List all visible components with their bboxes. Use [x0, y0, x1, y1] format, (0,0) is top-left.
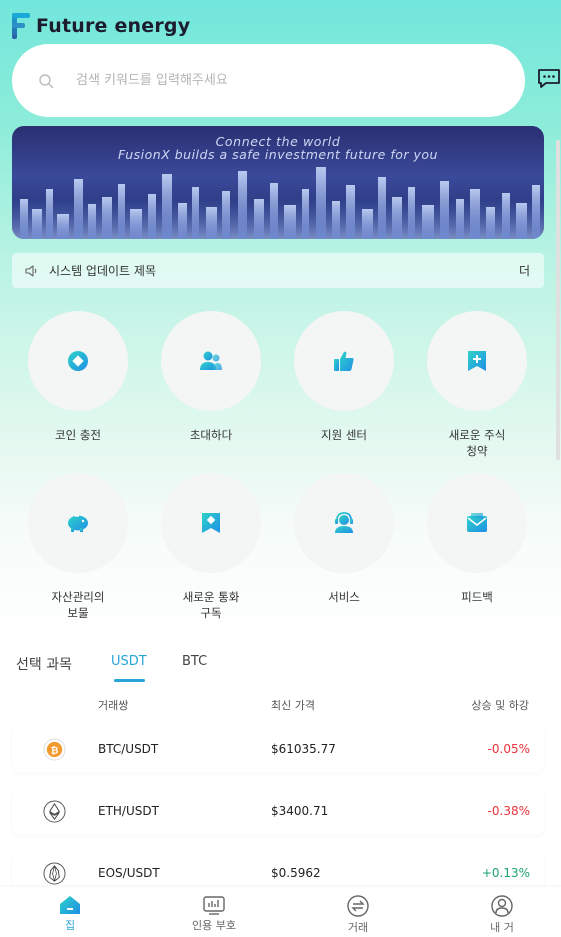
bottom-navigation: 집 인용 부호 거래 내 거 [0, 887, 561, 937]
ethereum-icon [43, 800, 66, 823]
menu-label: 코인 충전 [55, 428, 101, 442]
nav-label: 내 거 [490, 921, 514, 934]
latest-price: $0.5962 [271, 866, 321, 880]
market-row-btc[interactable]: ₿ BTC/USDT $61035.77 -0.05% [12, 726, 544, 773]
menu-coin-deposit[interactable]: 코인 충전 [18, 311, 138, 443]
menu-feedback[interactable]: 피드백 [417, 473, 537, 605]
nav-label: 집 [64, 919, 76, 932]
nav-home[interactable]: 집 [30, 895, 110, 933]
coin-deposit-icon [68, 351, 88, 371]
tab-usdt[interactable]: USDT [111, 654, 147, 669]
search-icon [39, 73, 54, 88]
invite-users-icon [200, 351, 222, 370]
nav-mine[interactable]: 내 거 [462, 895, 542, 935]
promo-banner[interactable]: Connect the world FusionX builds a safe … [12, 126, 544, 239]
user-icon [491, 895, 513, 917]
app-logo [12, 13, 30, 39]
message-icon[interactable] [537, 68, 561, 90]
market-row-eth[interactable]: ETH/USDT $3400.71 -0.38% [12, 788, 544, 835]
active-tab-indicator [114, 679, 145, 682]
menu-asset-treasure[interactable]: 자산관리의 보물 [18, 473, 138, 621]
bookmark-diamond-icon [202, 513, 220, 533]
notice-more-link[interactable]: 더 [519, 262, 530, 279]
column-header-change: 상승 및 하강 [471, 699, 529, 712]
menu-label: 피드백 [461, 590, 493, 604]
eos-icon [43, 862, 66, 885]
exchange-icon [347, 895, 369, 917]
svg-text:₿: ₿ [51, 745, 59, 756]
menu-support-center[interactable]: 지원 센터 [284, 311, 404, 443]
menu-label: 지원 센터 [321, 428, 367, 442]
latest-price: $3400.71 [271, 804, 329, 818]
app-header: Future energy [12, 12, 190, 40]
price-change: +0.13% [481, 866, 530, 880]
menu-invite[interactable]: 초대하다 [151, 311, 271, 443]
nav-trade[interactable]: 거래 [318, 895, 398, 935]
bookmark-plus-icon [468, 351, 486, 371]
pair-name: ETH/USDT [98, 804, 159, 818]
mail-feedback-icon [467, 513, 487, 532]
menu-label: 새로운 주식 청약 [448, 428, 506, 458]
menu-label: 자산관리의 보물 [51, 590, 105, 620]
price-change: -0.05% [487, 742, 530, 756]
thumbs-up-icon [334, 351, 354, 371]
search-input[interactable] [76, 73, 456, 88]
nav-label: 거래 [347, 921, 369, 934]
headset-agent-icon [335, 512, 353, 533]
market-section-title: 선택 과목 [16, 657, 72, 673]
menu-label: 초대하다 [189, 428, 233, 442]
nav-label: 인용 부호 [192, 919, 236, 932]
column-header-price: 최신 가격 [271, 699, 315, 712]
pair-name: EOS/USDT [98, 866, 160, 880]
notice-text: 시스템 업데이트 제목 [49, 264, 156, 278]
home-icon [60, 896, 80, 914]
market-tabs: 선택 과목 USDT BTC [16, 652, 546, 684]
piggy-bank-icon [68, 515, 88, 532]
menu-new-currency-subscription[interactable]: 새로운 통화 구독 [151, 473, 271, 621]
bitcoin-icon: ₿ [43, 738, 66, 761]
nav-quotes[interactable]: 인용 부호 [174, 895, 254, 933]
scrollbar[interactable] [556, 140, 560, 460]
menu-label: 서비스 [328, 590, 360, 604]
tab-btc[interactable]: BTC [182, 654, 207, 669]
menu-service[interactable]: 서비스 [284, 473, 404, 605]
brand-name: Future energy [36, 15, 191, 37]
menu-new-stock-subscription[interactable]: 새로운 주식 청약 [417, 311, 537, 459]
pair-name: BTC/USDT [98, 742, 159, 756]
search-bar[interactable] [12, 44, 525, 117]
city-skyline-illustration [12, 167, 544, 239]
quotes-chart-icon [203, 896, 225, 915]
speaker-icon [25, 264, 37, 277]
menu-label: 새로운 통화 구독 [182, 590, 240, 620]
price-change: -0.38% [487, 804, 530, 818]
notice-bar[interactable]: 시스템 업데이트 제목 더 [12, 253, 544, 288]
latest-price: $61035.77 [271, 742, 336, 756]
column-header-pair: 거래쌍 [98, 699, 129, 712]
